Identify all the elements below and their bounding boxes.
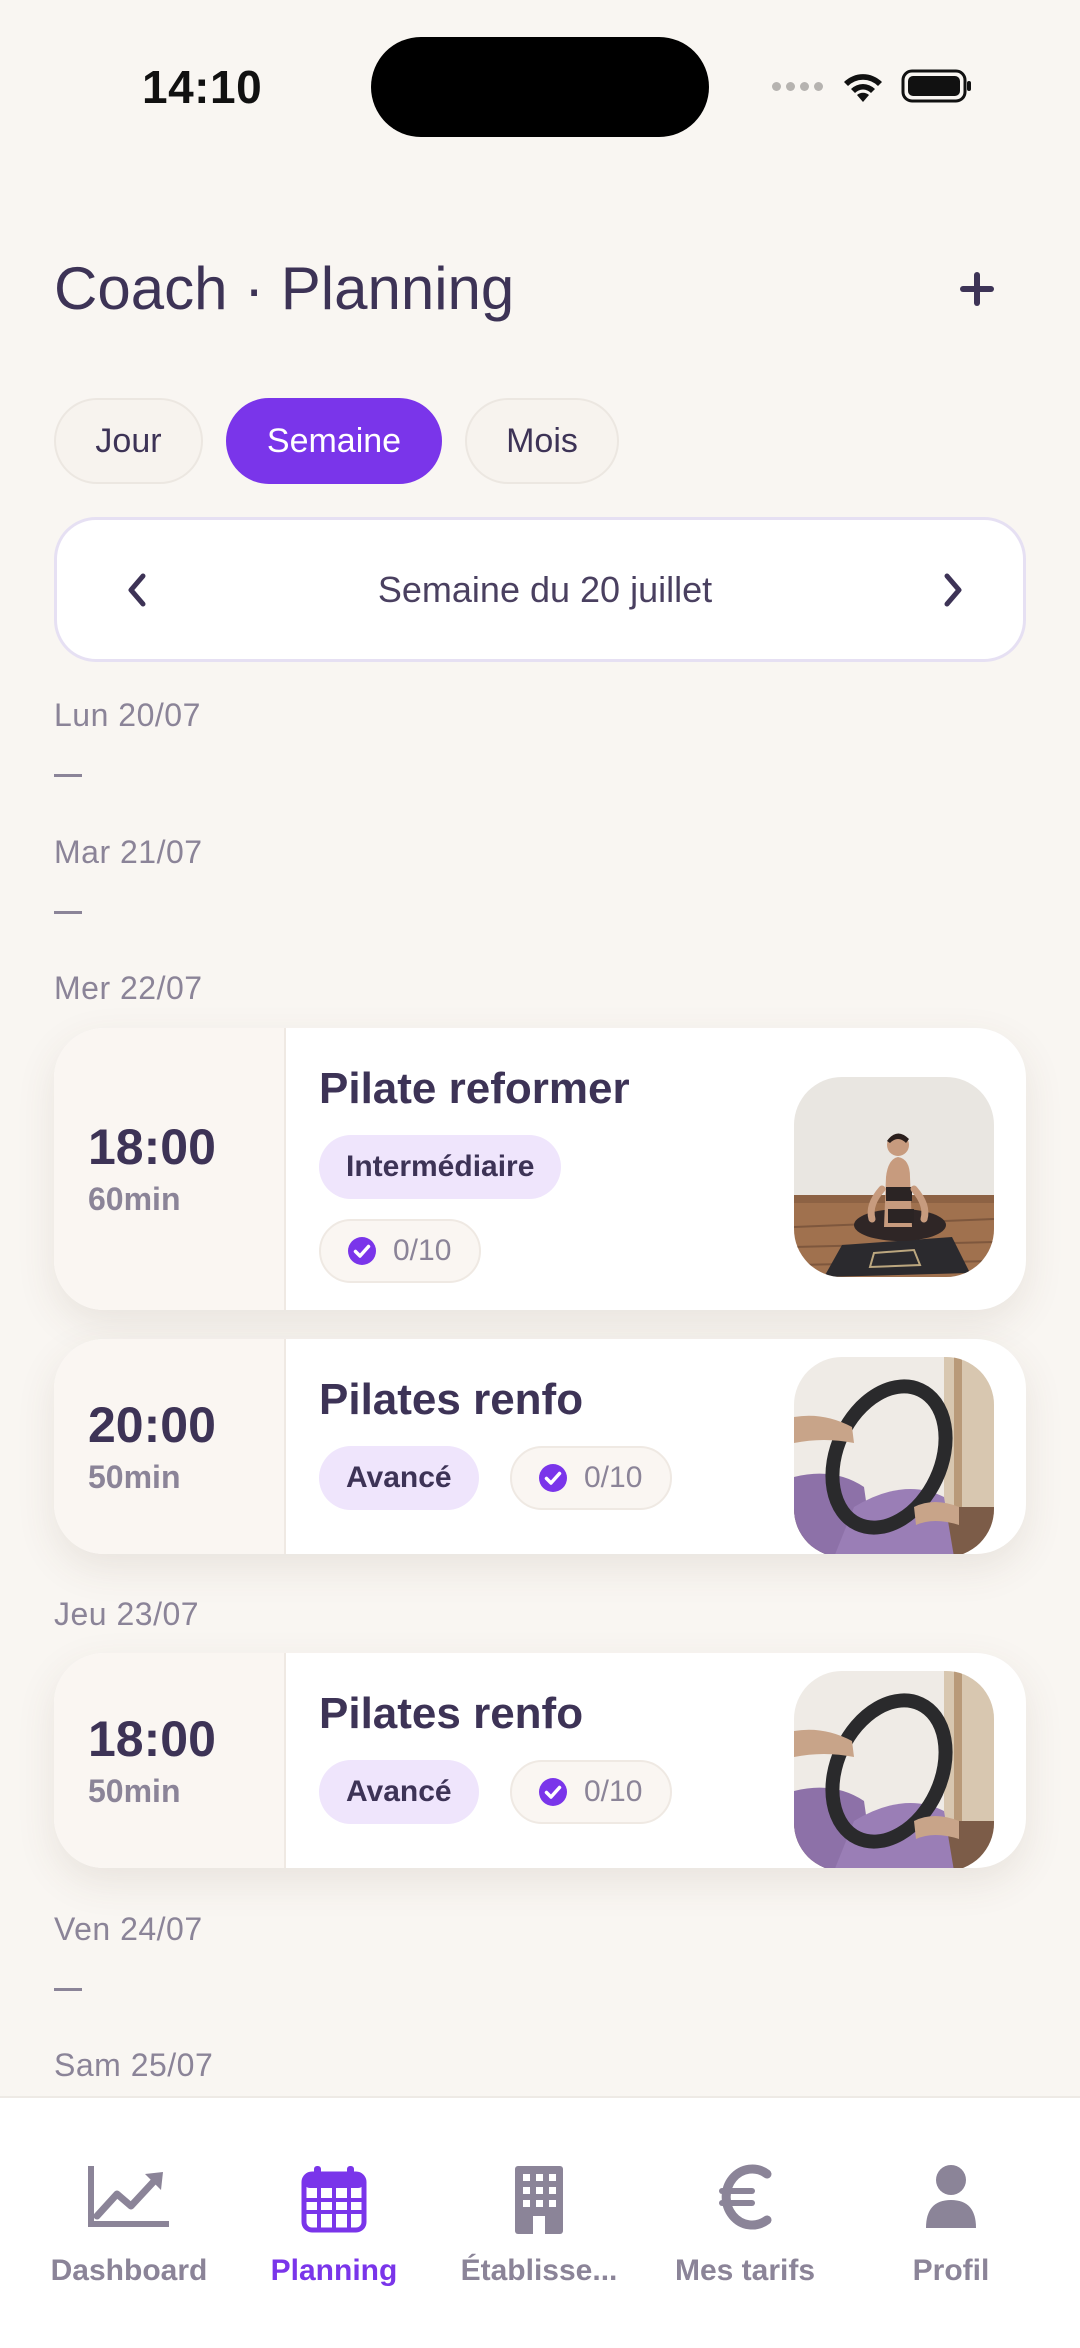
session-image bbox=[794, 1357, 994, 1554]
calendar-icon bbox=[301, 2166, 367, 2233]
bookings-badge: 0/10 bbox=[319, 1219, 482, 1283]
previous-week-button[interactable] bbox=[117, 570, 157, 610]
check-circle-icon bbox=[348, 1237, 376, 1265]
check-circle-icon bbox=[539, 1464, 567, 1492]
chart-line-icon bbox=[88, 2166, 169, 2227]
add-session-button[interactable] bbox=[950, 262, 1004, 316]
session-time: 18:00 bbox=[88, 1119, 216, 1175]
day-label-wednesday: Mer 22/07 bbox=[54, 970, 203, 1006]
session-title: Pilates renfo bbox=[319, 1375, 584, 1424]
check-circle-icon bbox=[539, 1778, 567, 1806]
building-icon bbox=[515, 2166, 563, 2234]
bottom-tab-bar: Dashboard Planning Établisse... Mes tari… bbox=[0, 2096, 1080, 2348]
session-card[interactable]: 20:00 50min Pilates renfo Avancé 0/10 bbox=[54, 1339, 1026, 1554]
tab-label: Planning bbox=[270, 2254, 398, 2287]
bookings-count: 0/10 bbox=[584, 1775, 643, 1808]
day-label-tuesday: Mar 21/07 bbox=[54, 834, 203, 870]
tab-label: Établisse... bbox=[460, 2254, 618, 2287]
plus-icon bbox=[960, 272, 994, 306]
session-image bbox=[794, 1671, 994, 1868]
tab-label: Dashboard bbox=[50, 2254, 208, 2287]
week-navigator: Semaine du 20 juillet bbox=[54, 517, 1026, 662]
bookings-count: 0/10 bbox=[393, 1234, 452, 1267]
session-card[interactable]: 18:00 60min Pilate reformer Intermédiair… bbox=[54, 1028, 1026, 1310]
session-image bbox=[794, 1077, 994, 1277]
tab-day[interactable]: Jour bbox=[54, 398, 203, 484]
dynamic-island bbox=[371, 37, 709, 137]
level-badge: Avancé bbox=[319, 1760, 479, 1824]
session-title: Pilate reformer bbox=[319, 1064, 630, 1113]
tab-label: Mes tarifs bbox=[674, 2254, 816, 2287]
day-label-thursday: Jeu 23/07 bbox=[54, 1596, 200, 1632]
chevron-left-icon bbox=[128, 573, 146, 606]
bookings-count: 0/10 bbox=[584, 1461, 643, 1494]
empty-day-marker bbox=[54, 774, 82, 777]
session-duration: 50min bbox=[88, 1458, 181, 1495]
chevron-right-icon bbox=[944, 573, 962, 606]
empty-day-marker bbox=[54, 1988, 82, 1991]
status-icons bbox=[772, 66, 973, 106]
status-time: 14:10 bbox=[142, 61, 263, 113]
level-badge: Avancé bbox=[319, 1446, 479, 1510]
empty-day-marker bbox=[54, 911, 82, 914]
cellular-signal-icon bbox=[772, 81, 823, 91]
session-card[interactable]: 18:00 50min Pilates renfo Avancé 0/10 bbox=[54, 1653, 1026, 1868]
bookings-badge: 0/10 bbox=[510, 1446, 673, 1510]
tab-week[interactable]: Semaine bbox=[226, 398, 442, 484]
screen: 14:10 Coach · Planning Jour Semaine Mois bbox=[0, 0, 1080, 2348]
session-body: Pilates renfo Avancé 0/10 bbox=[286, 1339, 1026, 1554]
day-label-friday: Ven 24/07 bbox=[54, 1911, 203, 1947]
session-duration: 60min bbox=[88, 1181, 181, 1217]
session-title: Pilates renfo bbox=[319, 1689, 584, 1738]
euro-icon bbox=[719, 2164, 772, 2230]
session-body: Pilates renfo Avancé 0/10 bbox=[286, 1653, 1026, 1868]
day-label-monday: Lun 20/07 bbox=[54, 697, 201, 733]
session-time-column: 18:00 50min bbox=[54, 1653, 286, 1868]
level-badge: Intermédiaire bbox=[319, 1135, 562, 1199]
next-week-button[interactable] bbox=[933, 570, 973, 610]
tab-label: Profil bbox=[912, 2254, 990, 2287]
session-time: 20:00 bbox=[88, 1396, 216, 1453]
view-tabs: Jour Semaine Mois bbox=[54, 398, 619, 484]
bookings-badge: 0/10 bbox=[510, 1760, 673, 1824]
tab-month[interactable]: Mois bbox=[465, 398, 619, 484]
page-title: Coach · Planning bbox=[54, 255, 515, 322]
wifi-icon bbox=[844, 74, 882, 102]
person-icon bbox=[926, 2165, 976, 2228]
session-time-column: 18:00 60min bbox=[54, 1028, 286, 1310]
session-body: Pilate reformer Intermédiaire 0/10 bbox=[286, 1028, 1026, 1310]
day-label-saturday: Sam 25/07 bbox=[54, 2047, 214, 2083]
session-duration: 50min bbox=[88, 1772, 181, 1809]
session-time-column: 20:00 50min bbox=[54, 1339, 286, 1554]
session-time: 18:00 bbox=[88, 1710, 216, 1767]
battery-icon bbox=[901, 69, 971, 103]
week-label: Semaine du 20 juillet bbox=[377, 568, 713, 610]
